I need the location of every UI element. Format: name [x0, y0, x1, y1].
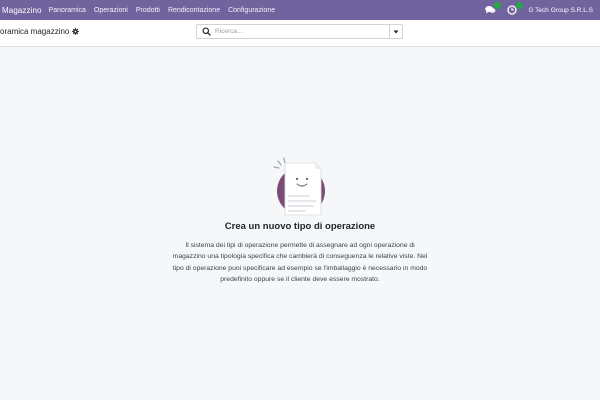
messages-badge	[494, 2, 502, 9]
menu-operazioni[interactable]: Operazioni	[94, 7, 128, 14]
breadcrumb: oramica magazzino	[0, 27, 80, 36]
search-icon	[202, 27, 211, 36]
page-title: oramica magazzino	[0, 27, 70, 36]
activities-badge	[516, 2, 524, 9]
empty-state-illustration	[273, 157, 325, 216]
search-input[interactable]	[215, 25, 389, 38]
menu-rendicontazione[interactable]: Rendicontazione	[168, 7, 220, 14]
caret-down-icon	[393, 30, 399, 33]
empty-state-description: Il sistema dei tipi di operazione permet…	[172, 242, 428, 283]
app-name[interactable]: Magazzino	[0, 6, 42, 15]
menu-configurazione[interactable]: Configurazione	[228, 7, 275, 14]
company-switcher[interactable]: G Tech Group S.R.L.S	[528, 7, 593, 14]
activities-icon[interactable]	[506, 2, 524, 16]
control-panel: oramica magazzino	[0, 20, 600, 47]
navbar-systray: G Tech Group S.R.L.S	[484, 0, 600, 20]
main-menu: Panoramica Operazioni Prodotti Rendicont…	[49, 7, 284, 14]
empty-state-title: Crea un nuovo tipo di operazione	[224, 221, 376, 232]
top-navbar: Magazzino Panoramica Operazioni Prodotti…	[0, 0, 600, 20]
search-bar	[196, 24, 403, 39]
menu-panoramica[interactable]: Panoramica	[49, 7, 86, 14]
messages-icon[interactable]	[484, 2, 502, 16]
search-options-toggle[interactable]	[389, 25, 402, 38]
menu-prodotti[interactable]: Prodotti	[136, 7, 160, 14]
gear-icon[interactable]	[72, 28, 80, 35]
